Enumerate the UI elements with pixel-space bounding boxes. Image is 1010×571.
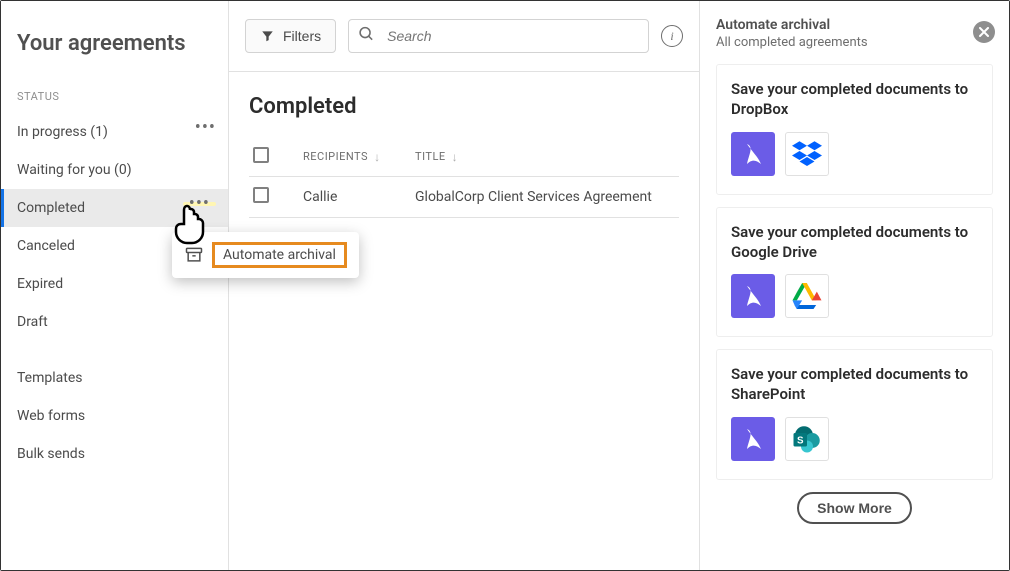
- search-wrap: [348, 19, 649, 53]
- panel-subtitle: All completed agreements: [716, 35, 967, 50]
- col-recipients-header[interactable]: RECIPIENTS ↓: [303, 150, 415, 164]
- card-title: Save your completed documents to Google …: [731, 222, 978, 263]
- nav-item-in-progress[interactable]: In progress (1) •••: [1, 113, 228, 151]
- nav-item-label: Web forms: [17, 408, 85, 424]
- checkbox-icon: [253, 187, 269, 203]
- archival-panel: Automate archival All completed agreemen…: [699, 1, 1009, 570]
- dropbox-icon: [785, 132, 829, 176]
- search-icon: [358, 26, 375, 47]
- nav-item-label: Bulk sends: [17, 446, 85, 462]
- row-recipient: Callie: [303, 189, 415, 205]
- card-sharepoint[interactable]: Save your completed documents to SharePo…: [716, 349, 993, 480]
- panel-title: Automate archival: [716, 17, 967, 33]
- col-label: RECIPIENTS: [303, 150, 368, 163]
- card-title: Save your completed documents to DropBox: [731, 79, 978, 120]
- card-title: Save your completed documents to SharePo…: [731, 364, 978, 405]
- content-title: Completed: [249, 94, 679, 119]
- nav-item-label: In progress (1): [17, 124, 108, 140]
- acrobat-icon: [731, 132, 775, 176]
- sort-arrow-icon: ↓: [452, 150, 459, 164]
- google-drive-icon: [785, 274, 829, 318]
- nav-item-label: Expired: [17, 276, 63, 292]
- col-select-all[interactable]: [253, 147, 303, 166]
- table-row[interactable]: Callie GlobalCorp Client Services Agreem…: [249, 177, 679, 218]
- filter-icon: [260, 29, 275, 43]
- row-title: GlobalCorp Client Services Agreement: [415, 189, 675, 205]
- filters-label: Filters: [283, 28, 321, 44]
- row-checkbox[interactable]: [253, 187, 303, 207]
- sort-arrow-icon: ↓: [374, 150, 381, 164]
- content: Completed RECIPIENTS ↓ TITLE ↓ Callie Gl…: [229, 72, 699, 234]
- nav-item-label: Canceled: [17, 238, 75, 254]
- filters-button[interactable]: Filters: [245, 19, 336, 53]
- svg-text:S: S: [797, 435, 804, 446]
- nav-item-webforms[interactable]: Web forms: [1, 397, 228, 435]
- checkbox-icon: [253, 147, 269, 163]
- page-title: Your agreements: [1, 21, 228, 86]
- card-gdrive[interactable]: Save your completed documents to Google …: [716, 207, 993, 338]
- sidebar: Your agreements STATUS In progress (1) •…: [1, 1, 229, 570]
- toolbar: Filters i: [229, 1, 699, 72]
- table-header: RECIPIENTS ↓ TITLE ↓: [249, 137, 679, 177]
- acrobat-icon: [731, 274, 775, 318]
- nav-item-waiting[interactable]: Waiting for you (0): [1, 151, 228, 189]
- nav-item-label: Templates: [17, 370, 83, 386]
- main: Filters i Completed RECIPIENTS ↓ TITLE: [229, 1, 699, 570]
- nav-item-label: Completed: [17, 200, 85, 216]
- nav-item-label: Waiting for you (0): [17, 162, 132, 178]
- nav-item-templates[interactable]: Templates: [1, 359, 228, 397]
- card-dropbox[interactable]: Save your completed documents to DropBox: [716, 64, 993, 195]
- show-more-button[interactable]: Show More: [797, 492, 912, 524]
- section-label-status: STATUS: [1, 86, 228, 113]
- col-title-header[interactable]: TITLE ↓: [415, 150, 675, 164]
- more-icon[interactable]: •••: [183, 202, 216, 206]
- col-label: TITLE: [415, 150, 446, 163]
- archive-icon: [184, 245, 204, 265]
- nav-item-completed[interactable]: Completed •••: [1, 189, 228, 227]
- nav-item-label: Draft: [17, 314, 48, 330]
- info-button[interactable]: i: [661, 25, 683, 47]
- nav-item-bulksends[interactable]: Bulk sends: [1, 435, 228, 473]
- close-icon: [979, 27, 989, 37]
- automate-archival-tooltip[interactable]: Automate archival: [172, 232, 359, 278]
- acrobat-icon: [731, 417, 775, 461]
- sharepoint-icon: S: [785, 417, 829, 461]
- close-button[interactable]: [973, 21, 995, 43]
- nav-item-draft[interactable]: Draft: [1, 303, 228, 341]
- tooltip-label: Automate archival: [212, 242, 347, 268]
- search-input[interactable]: [348, 19, 649, 53]
